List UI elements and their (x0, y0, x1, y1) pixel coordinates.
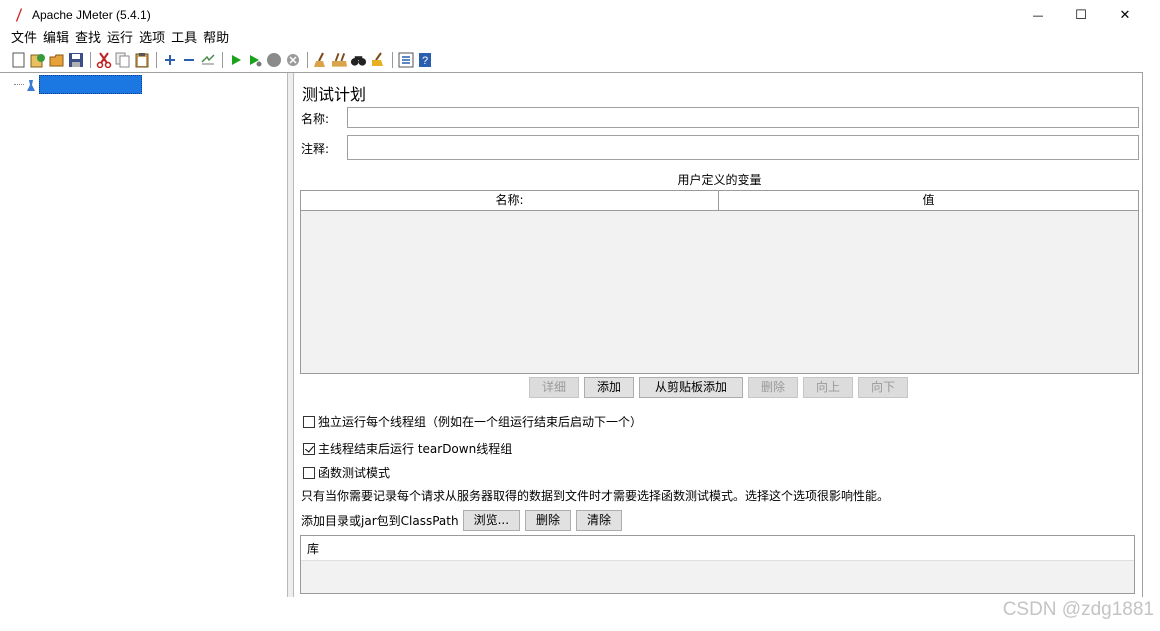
menu-tools[interactable]: 工具 (168, 30, 200, 48)
functional-mode-checkbox[interactable] (303, 466, 315, 479)
classpath-row: 添加目录或jar包到ClassPath 浏览... 删除 清除 (301, 510, 627, 531)
toolbar-bottom-border (0, 72, 1143, 73)
cut-icon[interactable] (95, 52, 112, 69)
tree-node-label (39, 75, 142, 94)
teardown-checkbox[interactable] (303, 442, 315, 455)
collapse-icon[interactable] (180, 52, 197, 69)
add-button[interactable]: 添加 (584, 377, 634, 398)
teardown-option[interactable]: 主线程结束后运行 tearDown线程组 (303, 440, 512, 457)
user-variables-caption: 用户定义的变量 (677, 173, 762, 187)
menu-search[interactable]: 查找 (72, 30, 104, 48)
close-button[interactable]: ✕ (1102, 0, 1148, 30)
clear-all-icon[interactable] (331, 52, 348, 69)
panel-title: 测试计划 (302, 85, 367, 104)
start-no-pauses-icon[interactable] (246, 52, 263, 69)
svg-text:?: ? (421, 55, 427, 67)
minimize-button[interactable]: — (1015, 0, 1061, 30)
toggle-icon[interactable] (199, 52, 216, 69)
paste-icon[interactable] (133, 52, 150, 69)
open-icon[interactable] (48, 52, 65, 69)
table-button-row: 详细 添加 从剪贴板添加 删除 向上 向下 (529, 377, 913, 398)
panel-right-border (1142, 73, 1143, 597)
menu-help[interactable]: 帮助 (200, 30, 232, 48)
classpath-library-table[interactable]: 库 (300, 535, 1135, 594)
maximize-button[interactable]: ☐ (1058, 0, 1104, 30)
expand-icon[interactable] (161, 52, 178, 69)
move-up-button[interactable]: 向上 (803, 377, 853, 398)
toolbar-separator (222, 52, 223, 68)
toolbar-separator (307, 52, 308, 68)
templates-icon[interactable] (29, 52, 46, 69)
function-helper-icon[interactable] (397, 52, 414, 69)
classpath-delete-button[interactable]: 删除 (525, 510, 572, 531)
maximize-icon: ☐ (1075, 7, 1087, 23)
split-pane-divider[interactable] (287, 73, 294, 597)
menu-edit[interactable]: 编辑 (40, 30, 72, 48)
stop-icon[interactable] (265, 52, 282, 69)
copy-icon[interactable] (114, 52, 131, 69)
menu-options[interactable]: 选项 (136, 30, 168, 48)
run-independently-option[interactable]: 独立运行每个线程组（例如在一个组运行结束后启动下一个） (303, 413, 642, 430)
reset-search-icon[interactable] (369, 52, 386, 69)
classpath-clear-button[interactable]: 清除 (576, 510, 623, 531)
toolbar-separator (90, 52, 91, 68)
detail-button[interactable]: 详细 (529, 377, 579, 398)
move-down-button[interactable]: 向下 (858, 377, 908, 398)
column-header-value[interactable]: 值 (719, 191, 1138, 211)
classpath-label: 添加目录或jar包到ClassPath (301, 514, 459, 528)
tree-node-test-plan[interactable] (14, 75, 142, 94)
comment-input[interactable] (347, 135, 1139, 160)
search-icon[interactable] (350, 52, 367, 69)
shutdown-icon[interactable] (284, 52, 301, 69)
run-independently-checkbox[interactable] (303, 415, 315, 428)
name-label: 名称: (301, 112, 330, 126)
test-plan-icon (27, 79, 35, 91)
help-icon[interactable]: ? (416, 52, 433, 69)
toolbar-separator (392, 52, 393, 68)
new-icon[interactable] (10, 52, 27, 69)
functional-mode-option[interactable]: 函数测试模式 (303, 464, 390, 481)
title-bar: Apache JMeter (5.4.1) — ☐ ✕ (0, 0, 1160, 30)
close-icon: ✕ (1119, 7, 1131, 23)
functional-mode-note: 只有当你需要记录每个请求从服务器取得的数据到文件时才需要选择函数测试模式。选择这… (301, 489, 890, 503)
name-input[interactable] (347, 107, 1139, 128)
minimize-icon: — (1032, 8, 1044, 22)
toolbar: ? (0, 49, 1160, 71)
functional-mode-label: 函数测试模式 (318, 466, 391, 480)
user-variables-table[interactable]: 名称: 值 (300, 190, 1139, 374)
tree-connector (14, 84, 24, 85)
menu-bar: 文件 编辑 查找 运行 选项 工具 帮助 (0, 30, 1160, 48)
start-icon[interactable] (227, 52, 244, 69)
column-header-name[interactable]: 名称: (301, 191, 719, 211)
clear-icon[interactable] (312, 52, 329, 69)
delete-button[interactable]: 删除 (748, 377, 798, 398)
menu-file[interactable]: 文件 (8, 30, 40, 48)
menu-run[interactable]: 运行 (104, 30, 136, 48)
save-icon[interactable] (67, 52, 84, 69)
run-independently-label: 独立运行每个线程组（例如在一个组运行结束后启动下一个） (318, 415, 643, 429)
jmeter-feather-icon (16, 8, 22, 22)
toolbar-separator (156, 52, 157, 68)
watermark: CSDN @zdg1881 (1002, 599, 1154, 620)
browse-button[interactable]: 浏览... (462, 510, 521, 531)
comment-label: 注释: (301, 142, 330, 156)
add-from-clipboard-button[interactable]: 从剪贴板添加 (639, 377, 743, 398)
teardown-label: 主线程结束后运行 tearDown线程组 (318, 442, 513, 456)
library-column-header[interactable]: 库 (301, 536, 1134, 561)
window-title: Apache JMeter (5.4.1) (32, 8, 151, 22)
